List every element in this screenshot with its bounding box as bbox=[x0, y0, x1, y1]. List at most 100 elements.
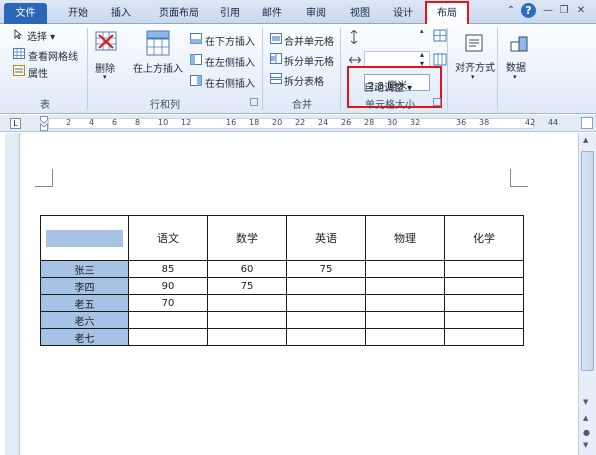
table-cell[interactable]: 75 bbox=[207, 277, 287, 295]
tab-review[interactable]: 审阅 bbox=[298, 3, 334, 24]
tab-mailings[interactable]: 邮件 bbox=[254, 3, 290, 24]
tab-design[interactable]: 设计 bbox=[385, 3, 421, 24]
insert-below-button[interactable]: 在下方插入 bbox=[205, 33, 255, 48]
distribute-columns-icon[interactable] bbox=[433, 53, 447, 66]
tab-file[interactable]: 文件 bbox=[4, 3, 47, 24]
score-table[interactable]: 语文 数学 英语 物理 化学 张三 85 60 75 李四 90 75 老五 7… bbox=[40, 215, 524, 346]
distribute-rows-icon[interactable] bbox=[433, 29, 447, 42]
table-cell[interactable] bbox=[444, 294, 524, 312]
table-cell[interactable] bbox=[444, 260, 524, 278]
table-cell[interactable] bbox=[286, 311, 366, 329]
minimize-icon[interactable]: — bbox=[542, 5, 554, 17]
horizontal-ruler[interactable]: L 2 4 6 8 10 12 16 18 20 22 24 26 28 30 32 36 38 42 44 bbox=[0, 115, 596, 132]
table-cell[interactable] bbox=[286, 277, 366, 295]
table-cell[interactable] bbox=[444, 277, 524, 295]
minimize-ribbon-icon[interactable]: ⌃ bbox=[505, 5, 517, 17]
tab-stop-selector-icon[interactable]: L bbox=[10, 118, 21, 129]
group-label-rows-cols: 行和列 bbox=[150, 100, 180, 111]
split-cells-button[interactable]: 拆分单元格 bbox=[284, 53, 334, 68]
table-cell[interactable] bbox=[207, 328, 287, 346]
browse-object-icon[interactable]: ● bbox=[583, 428, 590, 437]
tab-view[interactable]: 视图 bbox=[342, 3, 378, 24]
table-cell[interactable] bbox=[444, 311, 524, 329]
table-cell-name[interactable]: 李四 bbox=[40, 277, 129, 295]
alignment-icon bbox=[463, 32, 485, 54]
split-table-icon bbox=[270, 73, 282, 84]
delete-table-icon bbox=[95, 30, 117, 52]
split-table-button[interactable]: 拆分表格 bbox=[284, 73, 324, 88]
table-header-cell[interactable]: 英语 bbox=[286, 215, 366, 261]
row-height-spinner-icon[interactable]: ▴ bbox=[420, 27, 424, 35]
tab-references[interactable]: 引用 bbox=[212, 3, 248, 24]
table-cell[interactable] bbox=[365, 294, 445, 312]
table-cell[interactable]: 85 bbox=[128, 260, 208, 278]
table-cell-name[interactable]: 老七 bbox=[40, 328, 129, 346]
help-icon[interactable]: ? bbox=[521, 3, 536, 18]
table-header-cell[interactable]: 化学 bbox=[444, 215, 524, 261]
insert-right-button[interactable]: 在右侧插入 bbox=[205, 75, 255, 90]
table-cell[interactable]: 75 bbox=[286, 260, 366, 278]
data-dropdown-arrow-icon[interactable]: ▾ bbox=[513, 73, 517, 81]
table-cell[interactable] bbox=[444, 328, 524, 346]
alignment-button[interactable]: 对齐方式 bbox=[455, 59, 495, 74]
table-cell-name[interactable]: 张三 bbox=[40, 260, 129, 278]
table-cell[interactable]: 60 bbox=[207, 260, 287, 278]
vertical-scrollbar[interactable]: ▲ ▼ ▲ ● ▼ bbox=[578, 133, 596, 455]
data-button[interactable]: 数据 bbox=[506, 59, 526, 74]
ruler-number: 42 bbox=[525, 118, 536, 127]
table-cell[interactable]: 90 bbox=[128, 277, 208, 295]
table-cell[interactable] bbox=[365, 328, 445, 346]
delete-dropdown-arrow-icon[interactable]: ▾ bbox=[103, 73, 107, 81]
merge-cells-icon bbox=[270, 33, 282, 44]
rows-cols-launcher-icon[interactable] bbox=[250, 98, 258, 106]
scrollbar-thumb[interactable] bbox=[581, 151, 594, 371]
table-header-cell[interactable]: 数学 bbox=[207, 215, 287, 261]
vertical-ruler[interactable] bbox=[5, 133, 20, 455]
table-header-row: 语文 数学 英语 物理 化学 bbox=[40, 215, 524, 261]
table-cell[interactable] bbox=[286, 328, 366, 346]
table-header-cell[interactable] bbox=[40, 215, 129, 261]
table-cell-name[interactable]: 老五 bbox=[40, 294, 129, 312]
table-cell[interactable] bbox=[207, 294, 287, 312]
scroll-down-icon[interactable]: ▼ bbox=[583, 398, 588, 406]
table-cell-name[interactable]: 老六 bbox=[40, 311, 129, 329]
insert-left-icon bbox=[190, 54, 202, 65]
insert-above-button[interactable]: 在上方插入 bbox=[133, 60, 183, 75]
insert-left-button[interactable]: 在左侧插入 bbox=[205, 54, 255, 69]
view-ruler-icon[interactable] bbox=[581, 117, 593, 129]
table-cell[interactable] bbox=[286, 294, 366, 312]
ruler-number: 2 bbox=[66, 118, 72, 127]
group-label-table: 表 bbox=[40, 100, 50, 111]
tab-insert[interactable]: 插入 bbox=[103, 3, 139, 24]
group-label-merge: 合并 bbox=[292, 100, 312, 111]
tab-layout[interactable]: 布局 bbox=[427, 3, 467, 24]
table-cell[interactable] bbox=[128, 328, 208, 346]
tab-home[interactable]: 开始 bbox=[60, 3, 96, 24]
ruler-number: 12 bbox=[181, 118, 192, 127]
table-cell[interactable] bbox=[365, 311, 445, 329]
column-width-spinner-icon[interactable]: ▴ ▾ bbox=[420, 50, 424, 68]
cell-size-launcher-icon[interactable] bbox=[433, 98, 441, 106]
view-gridlines-button[interactable]: 查看网格线 bbox=[28, 48, 78, 63]
select-label: 选择 bbox=[27, 32, 47, 43]
ruler-number: 24 bbox=[318, 118, 329, 127]
close-icon[interactable]: ✕ bbox=[575, 5, 587, 17]
previous-page-icon[interactable]: ▲ bbox=[583, 414, 588, 422]
table-cell[interactable]: 70 bbox=[128, 294, 208, 312]
table-cell[interactable] bbox=[365, 260, 445, 278]
table-cell[interactable] bbox=[207, 311, 287, 329]
restore-icon[interactable]: ❐ bbox=[558, 5, 570, 17]
select-button[interactable]: 选择 ▾ bbox=[27, 28, 55, 43]
alignment-dropdown-arrow-icon[interactable]: ▾ bbox=[471, 73, 475, 81]
indent-marker-icon[interactable] bbox=[40, 116, 48, 131]
table-cell[interactable] bbox=[365, 277, 445, 295]
table-header-cell[interactable]: 语文 bbox=[128, 215, 208, 261]
table-header-cell[interactable]: 物理 bbox=[365, 215, 445, 261]
properties-button[interactable]: 属性 bbox=[28, 65, 48, 80]
autofit-button[interactable]: 自动调整 ▾ bbox=[364, 79, 412, 94]
table-cell[interactable] bbox=[128, 311, 208, 329]
merge-cells-button[interactable]: 合并单元格 bbox=[284, 33, 334, 48]
next-page-icon[interactable]: ▼ bbox=[583, 441, 588, 449]
scroll-up-icon[interactable]: ▲ bbox=[583, 136, 588, 144]
tab-page-layout[interactable]: 页面布局 bbox=[148, 3, 210, 24]
